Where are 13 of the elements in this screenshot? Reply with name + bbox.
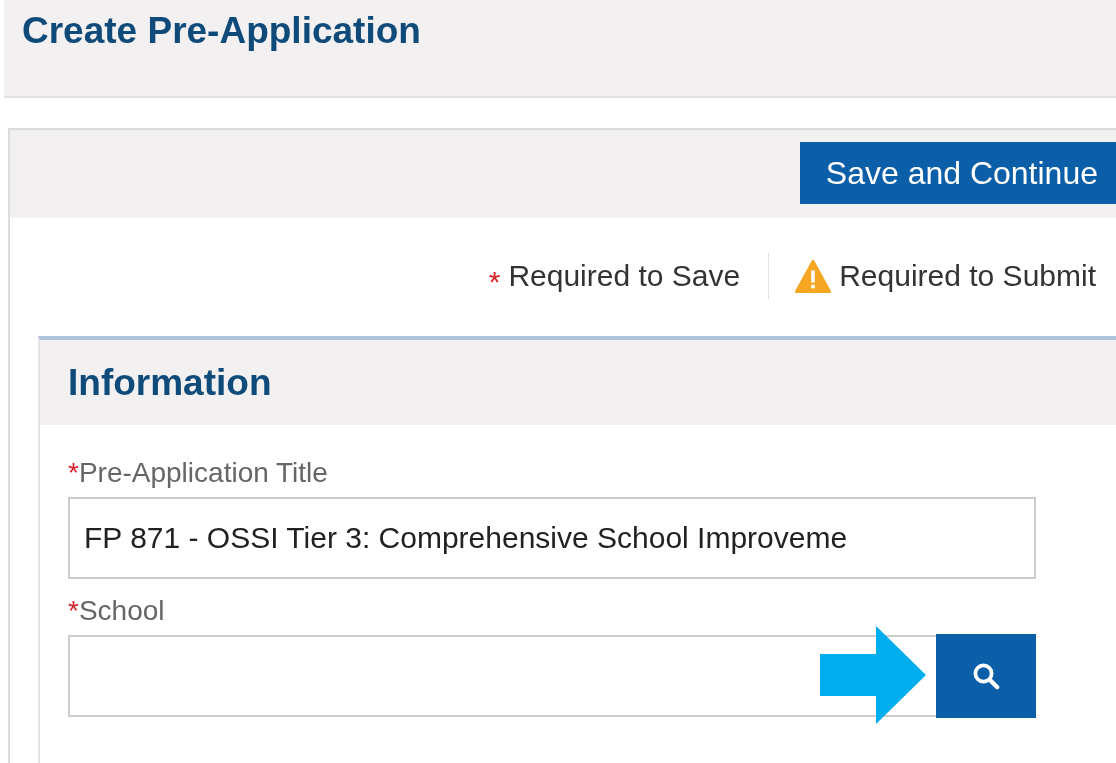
page-title: Create Pre-Application <box>21 9 422 52</box>
warning-icon <box>795 259 832 293</box>
legend-label: Required to Save <box>508 259 741 293</box>
legend-label: Required to Submit <box>839 259 1096 293</box>
input-field[interactable]: FP 871 - OSSI Tier 3: Comprehensive School Improveme <box>68 497 1036 579</box>
search-button[interactable] <box>936 634 1036 718</box>
field-label: *Pre-Application Title <box>68 457 329 489</box>
save-and-continue-button[interactable]: Save and Continue <box>799 142 1116 204</box>
search-icon <box>971 661 1001 691</box>
field-label: *School <box>68 595 166 627</box>
required-asterisk: * <box>488 267 501 297</box>
input-field[interactable] <box>68 635 936 717</box>
section-title: Information <box>67 361 272 404</box>
